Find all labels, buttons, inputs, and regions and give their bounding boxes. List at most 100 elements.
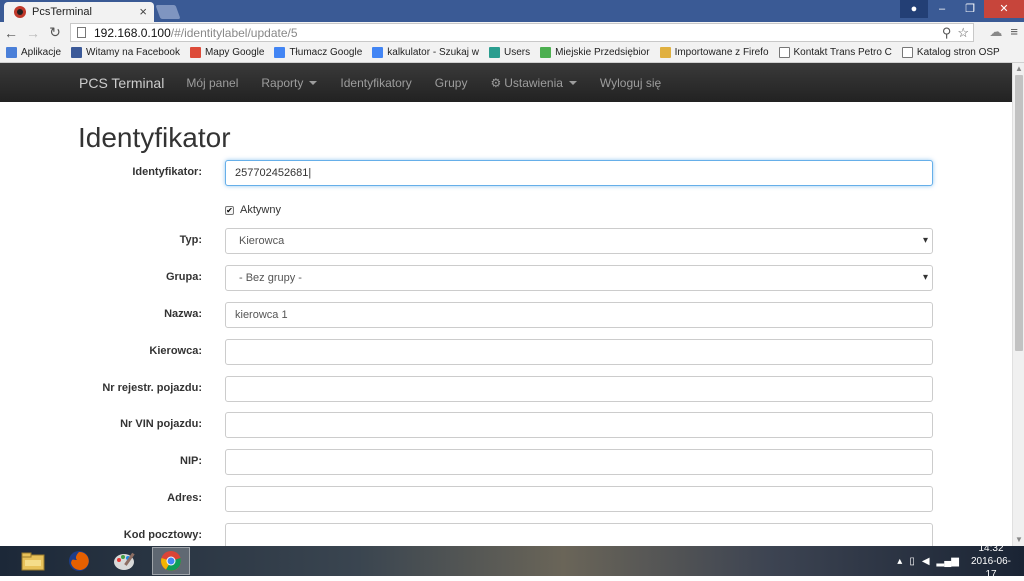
- taskbar-clock[interactable]: 14:32 2016-06-17: [966, 542, 1016, 581]
- user-profile-icon[interactable]: ●: [900, 0, 928, 18]
- pcsterminal-favicon-icon: [14, 6, 26, 18]
- page-info-icon[interactable]: [77, 27, 86, 38]
- google-translate-icon: [274, 47, 286, 58]
- windows-taskbar: ▴ ▯ ◀ ▂▄▆ 14:32 2016-06-17: [0, 543, 1024, 580]
- bookmark-item[interactable]: Tłumacz Google: [274, 47, 362, 58]
- navbar-brand[interactable]: PCS Terminal: [79, 75, 164, 91]
- scroll-up-icon[interactable]: ▲: [1013, 63, 1024, 75]
- bookmark-item[interactable]: Kontakt Trans Petro C: [778, 47, 892, 58]
- aktywny-checkbox[interactable]: ✔: [225, 205, 234, 215]
- tab-close-icon[interactable]: ×: [139, 4, 147, 19]
- label-nr-rejestr: Nr rejestr. pojazdu:: [102, 382, 202, 394]
- bookmark-label: Witamy na Facebook: [86, 47, 180, 58]
- extension-cloud-icon[interactable]: ☁: [989, 24, 1002, 40]
- nip-input[interactable]: [225, 449, 933, 475]
- address-bar[interactable]: 192.168.0.100/#/identitylabel/update/5 ⚲…: [70, 23, 974, 42]
- bookmark-item[interactable]: Mapy Google: [189, 47, 265, 58]
- nazwa-input[interactable]: kierowca 1: [225, 302, 933, 328]
- label-nazwa: Nazwa:: [164, 308, 202, 320]
- nav-item-wyloguj[interactable]: Wyloguj się: [600, 76, 661, 90]
- page-scrollbar[interactable]: ▲ ▼: [1012, 63, 1024, 546]
- close-window-icon[interactable]: ✕: [984, 0, 1024, 18]
- bookmark-label: Katalog stron OSP: [916, 47, 1000, 58]
- page-content: Identyfikator Identyfikator: 25770245268…: [0, 102, 1012, 546]
- bookmark-label: Kontakt Trans Petro C: [793, 47, 892, 58]
- system-tray: ▴ ▯ ◀ ▂▄▆ 14:32 2016-06-17: [897, 543, 1024, 580]
- nr-vin-input[interactable]: [225, 412, 933, 438]
- page-title: Identyfikator: [78, 122, 231, 153]
- bookmark-label: Miejskie Przedsiębior: [555, 47, 650, 58]
- minimize-icon[interactable]: –: [928, 0, 956, 18]
- clock-time: 14:32: [978, 542, 1004, 554]
- grupa-select[interactable]: - Bez grupy -: [225, 265, 933, 291]
- bookmark-star-icon[interactable]: ☆: [957, 25, 969, 41]
- forward-arrow-icon[interactable]: →: [22, 25, 44, 41]
- new-tab-button[interactable]: [155, 5, 181, 19]
- bookmark-label: Mapy Google: [204, 47, 265, 58]
- window-controls: ● – ❐ ✕: [900, 0, 1024, 20]
- restore-icon[interactable]: ❐: [956, 0, 984, 18]
- label-nr-vin: Nr VIN pojazdu:: [120, 418, 202, 430]
- reload-icon[interactable]: ↻: [44, 24, 66, 41]
- nav-item-ustawienia-label: Ustawienia: [504, 75, 563, 90]
- bookmark-label: Tłumacz Google: [289, 47, 363, 58]
- bookmark-label: Aplikacje: [21, 47, 62, 58]
- bookmark-label: kalkulator - Szukaj w: [387, 47, 479, 58]
- bookmark-item[interactable]: kalkulator - Szukaj w: [372, 47, 479, 58]
- form-row-nip: NIP:: [0, 449, 1012, 475]
- bookmark-item[interactable]: Importowane z Firefo: [659, 47, 769, 58]
- google-g-icon: [372, 47, 384, 58]
- google-maps-icon: [189, 47, 201, 58]
- users-globe-icon: [488, 47, 500, 58]
- bookmark-label: Users: [503, 47, 531, 58]
- gear-icon: ⚙: [490, 75, 502, 90]
- back-arrow-icon[interactable]: ←: [0, 25, 22, 41]
- paint-icon[interactable]: [106, 547, 144, 575]
- bookmark-item[interactable]: Witamy na Facebook: [71, 47, 180, 58]
- form-row-typ: Typ: Kierowca: [0, 228, 1012, 254]
- battery-icon[interactable]: ▯: [909, 556, 915, 567]
- url-host: 192.168.0.100: [94, 25, 171, 40]
- form-row-identyfikator: Identyfikator: 257702452681|: [0, 160, 1012, 186]
- kierowca-input[interactable]: [225, 339, 933, 365]
- page-icon: [901, 47, 913, 58]
- form-row-nazwa: Nazwa: kierowca 1: [0, 302, 1012, 328]
- facebook-icon: [71, 47, 83, 58]
- label-kod-pocztowy: Kod pocztowy:: [123, 529, 202, 541]
- network-icon[interactable]: ▂▄▆: [937, 556, 959, 567]
- label-identyfikator: Identyfikator:: [132, 166, 202, 178]
- browser-toolbar: ← → ↻ 192.168.0.100/#/identitylabel/upda…: [0, 22, 1024, 43]
- browser-tab-title: PcsTerminal: [32, 6, 92, 18]
- menu-hamburger-icon[interactable]: ≡: [1010, 24, 1018, 40]
- nr-rejestr-input[interactable]: [225, 376, 933, 402]
- kod-pocztowy-input[interactable]: [225, 523, 933, 546]
- bookmark-item[interactable]: Katalog stron OSP: [901, 47, 1000, 58]
- browser-tab[interactable]: PcsTerminal ×: [4, 2, 154, 22]
- nav-item-raporty-label: Raporty: [261, 75, 304, 90]
- bookmark-item[interactable]: Miejskie Przedsiębior: [540, 47, 650, 58]
- nav-item-grupy[interactable]: Grupy: [435, 76, 468, 90]
- form-row-grupa: Grupa: - Bez grupy -: [0, 265, 1012, 291]
- nav-item-moj-panel[interactable]: Mój panel: [186, 76, 238, 90]
- bookmark-item[interactable]: Users: [488, 47, 531, 58]
- volume-icon[interactable]: ◀: [922, 556, 930, 567]
- nav-item-raporty[interactable]: Raporty: [261, 75, 318, 90]
- caret-down-icon: [568, 81, 577, 86]
- identyfikator-input[interactable]: 257702452681|: [225, 160, 933, 186]
- show-hidden-icons-icon[interactable]: ▴: [897, 556, 902, 567]
- caret-down-icon: [309, 81, 318, 86]
- file-explorer-icon[interactable]: [14, 547, 52, 575]
- apps-grid-icon: [6, 47, 17, 58]
- location-pin-icon[interactable]: ⚲: [942, 25, 952, 41]
- scrollbar-thumb[interactable]: [1015, 75, 1023, 351]
- bookmark-label: Importowane z Firefo: [674, 47, 769, 58]
- firefox-icon[interactable]: [60, 547, 98, 575]
- adres-input[interactable]: [225, 486, 933, 512]
- chrome-icon[interactable]: [152, 547, 190, 575]
- nav-item-ustawienia[interactable]: ⚙ Ustawienia: [490, 75, 577, 90]
- typ-select[interactable]: Kierowca: [225, 228, 933, 254]
- form-row-kod-pocztowy: Kod pocztowy:: [0, 523, 1012, 546]
- nav-item-identyfikatory[interactable]: Identyfikatory: [340, 76, 411, 90]
- bookmark-item[interactable]: Aplikacje: [6, 47, 61, 58]
- aktywny-checkbox-row[interactable]: ✔ Aktywny: [225, 202, 425, 218]
